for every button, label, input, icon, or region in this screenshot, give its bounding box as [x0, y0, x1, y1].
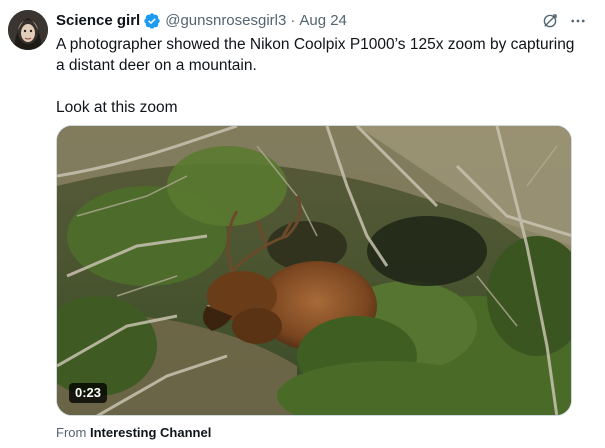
- separator-dot: ·: [290, 12, 296, 29]
- video-player[interactable]: 0:23: [56, 125, 572, 416]
- source-channel-link[interactable]: Interesting Channel: [90, 425, 211, 440]
- tweet-date[interactable]: Aug 24: [299, 11, 347, 31]
- display-name[interactable]: Science girl: [56, 11, 140, 31]
- tweet-text: A photographer showed the Nikon Coolpix …: [56, 34, 586, 118]
- tweet-header: Science girl @gunsnrosesgirl3 · Aug 24: [56, 11, 347, 31]
- tweet-actions-top: [539, 10, 589, 32]
- video-duration: 0:23: [69, 383, 108, 403]
- grok-icon[interactable]: [539, 10, 561, 32]
- user-handle[interactable]: @gunsnrosesgirl3: [165, 11, 286, 31]
- more-icon[interactable]: [567, 10, 589, 32]
- tweet-text-line: Look at this zoom: [56, 99, 178, 116]
- tweet-text-line: A photographer showed the Nikon Coolpix …: [56, 36, 575, 53]
- avatar[interactable]: [8, 10, 48, 50]
- video-frame: [57, 126, 571, 415]
- verified-badge-icon[interactable]: [143, 12, 161, 30]
- source-prefix: From: [56, 425, 87, 440]
- tweet: Science girl @gunsnrosesgirl3 · Aug 24 A…: [0, 0, 605, 448]
- media-source: From Interesting Channel: [56, 425, 211, 441]
- tweet-text-line: a distant deer on a mountain.: [56, 57, 257, 74]
